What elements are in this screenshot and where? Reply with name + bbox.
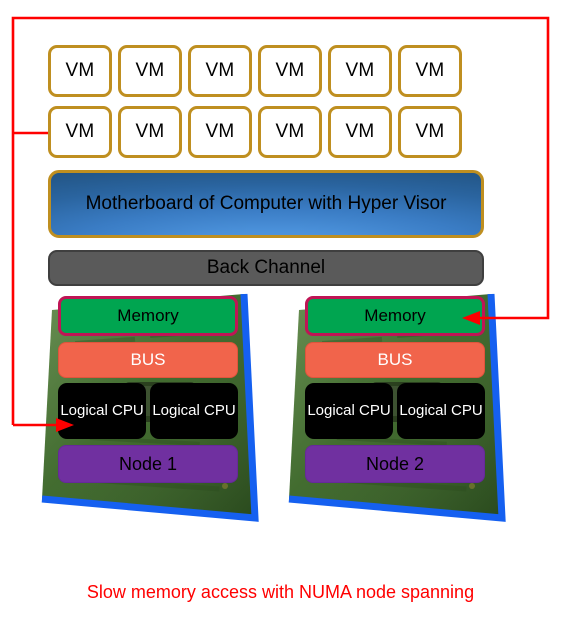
diagram-canvas: Memory BUS Logical CPU Logical CPU Node … xyxy=(0,0,561,624)
node-board-1: Memory BUS Logical CPU Logical CPU Node … xyxy=(30,286,275,564)
vm-label: VM xyxy=(415,121,445,142)
vm-label: VM xyxy=(135,60,165,81)
node-1-label: Node 1 xyxy=(118,453,178,474)
vm-label: VM xyxy=(135,121,165,142)
vm-box[interactable]: VM xyxy=(188,45,252,97)
node-1-memory-label: Memory xyxy=(117,306,179,325)
vm-row-bottom: VM VM VM VM VM VM xyxy=(48,106,462,158)
vm-box[interactable]: VM xyxy=(48,45,112,97)
node-2-logical-cpu-left[interactable]: Logical CPU xyxy=(305,383,393,439)
motherboard-label: Motherboard of Computer with Hyper Visor xyxy=(85,193,447,215)
node-board-2: Memory BUS Logical CPU Logical CPU Node … xyxy=(277,286,522,564)
node-1-label-box[interactable]: Node 1 xyxy=(58,445,238,483)
node-1-bus-label: BUS xyxy=(130,350,166,369)
node-2-bus-label: BUS xyxy=(377,350,413,369)
caption-text: Slow memory access with NUMA node spanni… xyxy=(86,582,475,602)
vm-label: VM xyxy=(345,121,375,142)
node-2-logical-cpu-right[interactable]: Logical CPU xyxy=(397,383,485,439)
node-2-component-stack: Memory BUS Logical CPU Logical CPU Node … xyxy=(305,296,485,483)
node-1-logical-cpu-left[interactable]: Logical CPU xyxy=(58,383,146,439)
node-2-label: Node 2 xyxy=(365,453,425,474)
vm-label: VM xyxy=(65,60,95,81)
vm-box[interactable]: VM xyxy=(118,45,182,97)
vm-label: VM xyxy=(275,121,305,142)
vm-label: VM xyxy=(415,60,445,81)
node-1-bus-box[interactable]: BUS xyxy=(58,342,238,378)
vm-box[interactable]: VM xyxy=(258,106,322,158)
vm-box[interactable]: VM xyxy=(398,45,462,97)
node-1-cpu-row: Logical CPU Logical CPU xyxy=(58,383,238,439)
vm-label: VM xyxy=(345,60,375,81)
vm-box[interactable]: VM xyxy=(48,106,112,158)
vm-box[interactable]: VM xyxy=(188,106,252,158)
vm-label: VM xyxy=(65,121,95,142)
node-2-logical-cpu-left-label: Logical CPU xyxy=(307,402,391,420)
node-1-logical-cpu-right[interactable]: Logical CPU xyxy=(150,383,238,439)
node-2-memory-box[interactable]: Memory xyxy=(305,296,485,336)
diagram-caption: Slow memory access with NUMA node spanni… xyxy=(0,582,561,603)
vm-label: VM xyxy=(205,121,235,142)
vm-box[interactable]: VM xyxy=(398,106,462,158)
node-2-cpu-row: Logical CPU Logical CPU xyxy=(305,383,485,439)
vm-box[interactable]: VM xyxy=(328,106,392,158)
vm-box[interactable]: VM xyxy=(258,45,322,97)
vm-label: VM xyxy=(205,60,235,81)
node-2-memory-label: Memory xyxy=(364,306,426,325)
vm-row-top: VM VM VM VM VM VM xyxy=(48,45,462,97)
node-2-bus-box[interactable]: BUS xyxy=(305,342,485,378)
node-1-logical-cpu-left-label: Logical CPU xyxy=(60,402,144,420)
node-1-memory-box[interactable]: Memory xyxy=(58,296,238,336)
node-1-logical-cpu-right-label: Logical CPU xyxy=(152,402,236,420)
node-2-logical-cpu-right-label: Logical CPU xyxy=(399,402,483,420)
vm-label: VM xyxy=(275,60,305,81)
back-channel-label: Back Channel xyxy=(206,257,326,278)
vm-box[interactable]: VM xyxy=(118,106,182,158)
vm-box[interactable]: VM xyxy=(328,45,392,97)
node-1-component-stack: Memory BUS Logical CPU Logical CPU Node … xyxy=(58,296,238,483)
motherboard-hypervisor-box[interactable]: Motherboard of Computer with Hyper Visor xyxy=(48,170,484,238)
back-channel-box[interactable]: Back Channel xyxy=(48,250,484,286)
node-2-label-box[interactable]: Node 2 xyxy=(305,445,485,483)
